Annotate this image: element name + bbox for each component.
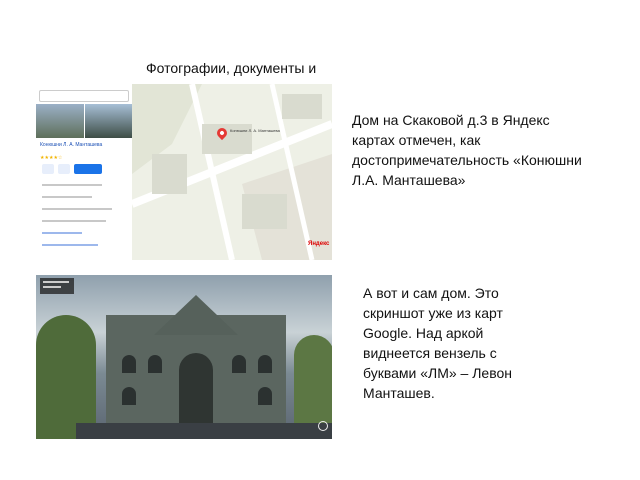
yandex-map-screenshot: Конюшни Л. А. Манташева ★★★★☆ Конюшни Л.… [36,84,332,260]
map-place-panel: Конюшни Л. А. Манташева ★★★★☆ [36,84,133,260]
map-canvas [132,84,332,260]
yandex-logo: Яндекс [308,241,330,247]
map-photo-1 [36,104,84,138]
parked-cars [76,423,332,439]
building-window [258,355,272,373]
building-window [122,355,136,373]
building-window [258,387,272,405]
map-info-row [42,196,92,198]
street-view-info-box [40,278,74,294]
caption-map: Дом на Скаковой д.3 в Яндекс картах отме… [352,112,582,188]
map-info-row [42,244,98,246]
compass-icon [318,421,328,431]
map-pin-label: Конюшни Л. А. Манташева [230,128,280,133]
google-street-view-screenshot [36,275,332,439]
building-window [148,355,162,373]
building-arch [179,353,213,425]
map-info-row [42,184,102,186]
tree-left [36,315,96,439]
building-window [232,355,246,373]
slide-title: Фотографии, документы и приложения: [146,60,317,84]
map-photo-2 [84,104,132,138]
map-search-box [39,90,129,102]
caption-street: А вот и сам дом. Это скриншот уже из кар… [363,285,512,401]
map-info-row [42,232,82,234]
map-action-button-1 [42,164,54,174]
map-place-photos [36,104,132,138]
map-info-row [42,220,106,222]
map-route-button [74,164,102,174]
map-info-row [42,208,112,210]
map-action-button-2 [58,164,70,174]
info-line [43,286,61,288]
map-place-name: Конюшни Л. А. Манташева [40,142,103,148]
building-window [122,387,136,405]
info-line [43,281,69,283]
map-rating-stars: ★★★★☆ [40,155,63,161]
